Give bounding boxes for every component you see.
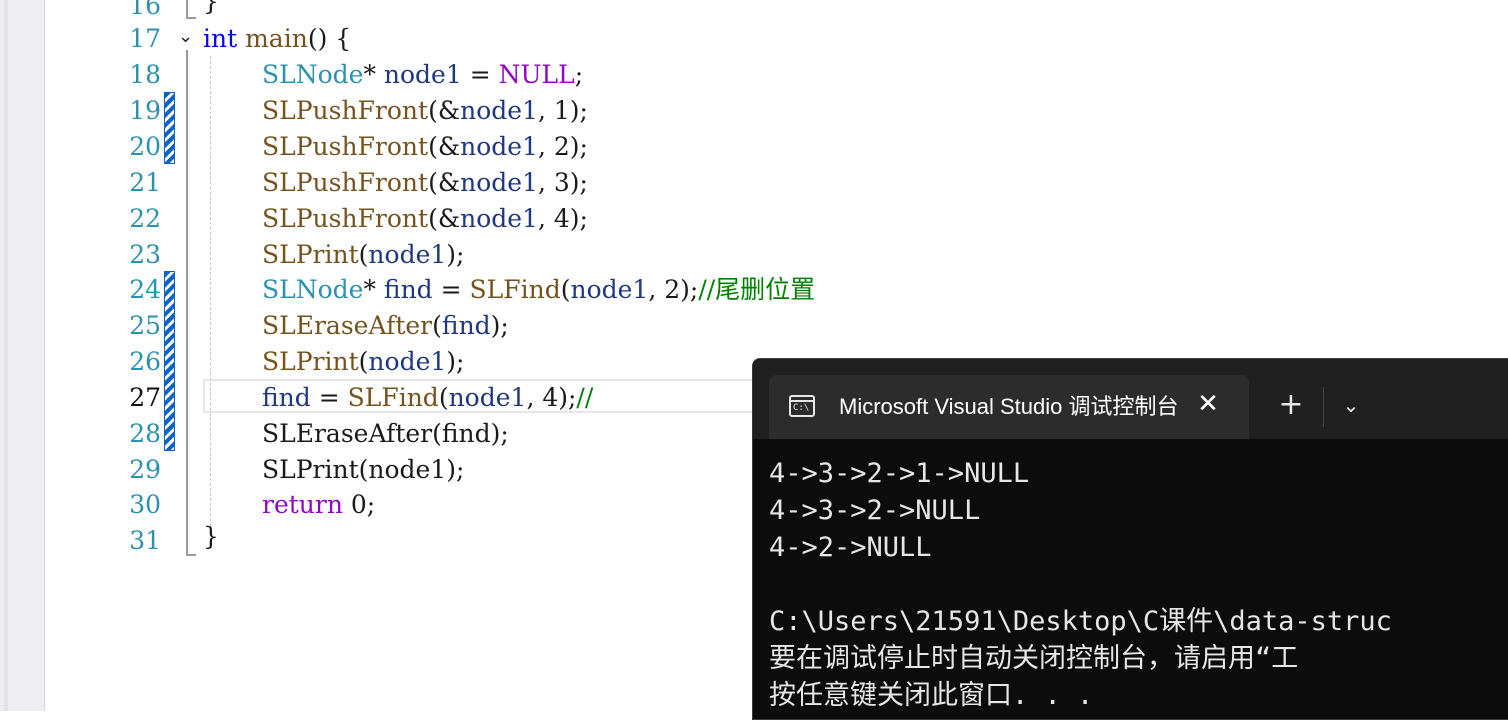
- code-line-25[interactable]: SLEraseAfter(find);: [262, 308, 509, 344]
- fold-guide-end-main: [186, 554, 196, 556]
- fold-guide-previous: [186, 0, 188, 18]
- change-marker-19-20: [164, 92, 175, 164]
- code-line-22[interactable]: SLPushFront(&node1, 4);: [262, 201, 588, 237]
- terminal-tab-title: Microsoft Visual Studio 调试控制台: [839, 394, 1179, 419]
- code-line-21[interactable]: SLPushFront(&node1, 3);: [262, 165, 588, 201]
- code-line-23[interactable]: SLPrint(node1);: [262, 237, 464, 273]
- line-number: 29: [129, 455, 161, 484]
- line-number: 21: [129, 168, 161, 197]
- output-line: 要在调试停止时自动关闭控制台，请启用“工: [769, 643, 1299, 674]
- output-line: 4->3->2->1->NULL: [769, 458, 1030, 489]
- output-line: 按任意键关闭此窗口. . .: [769, 680, 1094, 711]
- output-line: 4->3->2->NULL: [769, 495, 981, 526]
- console-icon: C:\: [789, 395, 815, 417]
- output-line: C:\Users\21591\Desktop\C课件\data-struc: [769, 606, 1392, 637]
- line-number: 30: [129, 490, 161, 519]
- fold-chevron-down-icon[interactable]: ⌄: [178, 28, 193, 46]
- line-number: 26: [129, 347, 161, 376]
- code-line-26[interactable]: SLPrint(node1);: [262, 344, 464, 380]
- code-line-16[interactable]: }: [203, 0, 219, 20]
- line-number: 28: [129, 419, 161, 448]
- line-number: 22: [129, 204, 161, 233]
- titlebar-divider: [1323, 387, 1324, 427]
- line-number: 20: [129, 132, 161, 161]
- code-line-31[interactable]: }: [203, 519, 219, 555]
- debug-console-window[interactable]: C:\ Microsoft Visual Studio 调试控制台 ✕ + ⌄ …: [752, 358, 1508, 720]
- new-tab-button[interactable]: +: [1273, 387, 1309, 423]
- fold-guide-end-previous: [186, 17, 196, 19]
- code-line-28[interactable]: SLEraseAfter(find);: [262, 416, 509, 452]
- output-line: 4->2->NULL: [769, 532, 932, 563]
- code-line-19[interactable]: SLPushFront(&node1, 1);: [262, 93, 588, 129]
- line-number: 24: [129, 275, 161, 304]
- left-margin-strip: [0, 0, 45, 711]
- line-number: 17: [129, 24, 161, 53]
- line-number: 23: [129, 240, 161, 269]
- terminal-tab[interactable]: C:\ Microsoft Visual Studio 调试控制台 ✕: [769, 375, 1249, 439]
- line-number: 31: [129, 526, 161, 555]
- code-line-20[interactable]: SLPushFront(&node1, 2);: [262, 129, 588, 165]
- terminal-titlebar[interactable]: C:\ Microsoft Visual Studio 调试控制台 ✕ + ⌄: [753, 359, 1508, 439]
- code-line-18[interactable]: SLNode* node1 = NULL;: [262, 57, 583, 93]
- code-line-17[interactable]: int main() {: [203, 21, 351, 57]
- code-line-29[interactable]: SLPrint(node1);: [262, 452, 464, 488]
- code-line-30[interactable]: return 0;: [262, 487, 375, 523]
- code-line-27[interactable]: find = SLFind(node1, 4);//: [262, 380, 593, 416]
- line-number: 25: [129, 311, 161, 340]
- terminal-output[interactable]: 4->3->2->1->NULL 4->3->2->NULL 4->2->NUL…: [769, 455, 1508, 714]
- fold-guide-main: [186, 50, 188, 556]
- indent-guide: [210, 56, 211, 526]
- change-marker-24-28: [164, 271, 175, 451]
- line-number-current: 27: [129, 383, 161, 412]
- code-line-24[interactable]: SLNode* find = SLFind(node1, 2);//尾删位置: [262, 272, 815, 308]
- line-number: 18: [129, 60, 161, 89]
- close-icon[interactable]: ✕: [1193, 389, 1223, 419]
- chevron-down-icon[interactable]: ⌄: [1333, 387, 1369, 423]
- line-number: 19: [129, 96, 161, 125]
